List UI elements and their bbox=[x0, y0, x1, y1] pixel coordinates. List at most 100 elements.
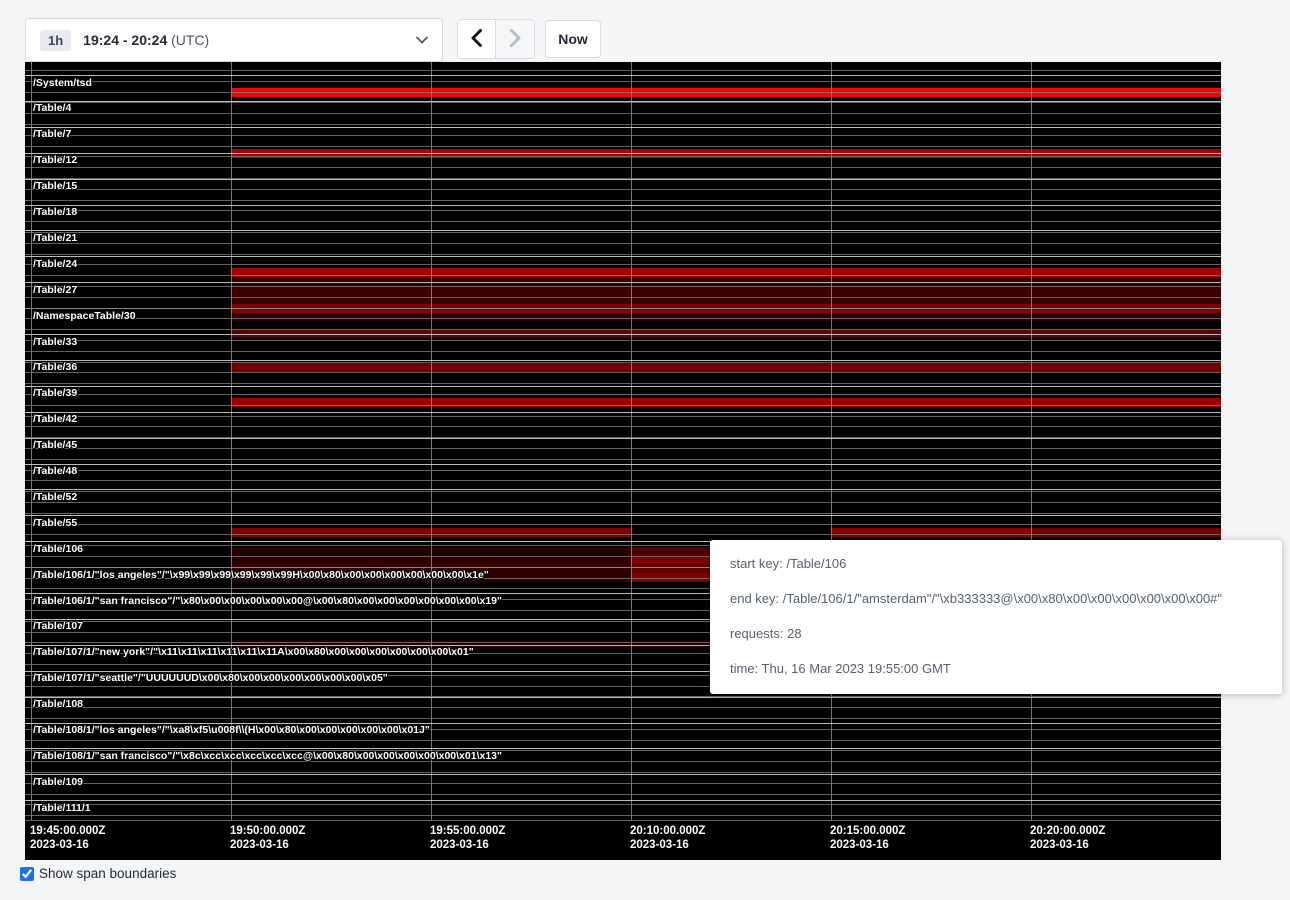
keyvis-tooltip: start key: /Table/106 end key: /Table/10… bbox=[710, 540, 1282, 694]
x-axis-tick-date: 2023-03-16 bbox=[230, 838, 305, 852]
span-boundary-line bbox=[25, 230, 1221, 231]
range-boundary-line bbox=[25, 804, 1221, 805]
span-boundary-line bbox=[25, 360, 1221, 361]
range-boundary-line bbox=[25, 297, 1221, 298]
range-boundary-line bbox=[25, 772, 1221, 773]
plot-bottom-line bbox=[25, 820, 1221, 821]
range-boundary-line bbox=[25, 286, 1221, 287]
x-axis-tick-date: 2023-03-16 bbox=[630, 838, 705, 852]
range-boundary-line bbox=[25, 383, 1221, 384]
x-axis-tick-label: 19:50:00.000Z2023-03-16 bbox=[230, 824, 305, 852]
keyvis-canvas[interactable]: 20:20:00.000Z2023-03-1620:15:00.000Z2023… bbox=[25, 62, 1221, 860]
span-boundary-line bbox=[25, 489, 1221, 490]
range-boundary-line bbox=[25, 707, 1221, 708]
range-boundary-line bbox=[25, 329, 1221, 330]
tooltip-requests: requests: 28 bbox=[730, 626, 1262, 641]
range-boundary-line bbox=[25, 275, 1221, 276]
range-boundary-line bbox=[25, 167, 1221, 168]
span-boundary-line bbox=[25, 153, 1221, 154]
range-boundary-line bbox=[25, 372, 1221, 373]
x-axis-tick-date: 2023-03-16 bbox=[1030, 838, 1105, 852]
range-boundary-line bbox=[25, 459, 1221, 460]
row-label: /Table/106/1/"los angeles"/"\x99\x99\x99… bbox=[33, 569, 489, 582]
span-boundary-line bbox=[25, 334, 1221, 335]
prev-range-button[interactable] bbox=[458, 20, 496, 58]
span-boundary-line bbox=[25, 774, 1221, 775]
row-label: /Table/111/1 bbox=[33, 802, 91, 815]
range-boundary-line bbox=[25, 405, 1221, 406]
row-label: /Table/39 bbox=[33, 387, 77, 400]
span-boundary-line bbox=[25, 205, 1221, 206]
x-axis-tick-label: 20:20:00.000Z2023-03-16 bbox=[1030, 824, 1105, 852]
row-label: /Table/108/1/"san francisco"/"\x8c\xcc\x… bbox=[33, 750, 502, 763]
span-boundary-line bbox=[25, 515, 1221, 516]
heatmap-band bbox=[231, 313, 1221, 321]
range-boundary-line bbox=[25, 264, 1221, 265]
range-boundary-line bbox=[25, 502, 1221, 503]
range-duration-badge: 1h bbox=[40, 30, 71, 51]
range-boundary-line bbox=[25, 480, 1221, 481]
range-boundary-line bbox=[25, 740, 1221, 741]
range-boundary-line bbox=[25, 210, 1221, 211]
show-span-boundaries-control[interactable]: Show span boundaries bbox=[20, 866, 176, 881]
chevron-left-icon bbox=[471, 29, 482, 50]
tooltip-time: time: Thu, 16 Mar 2023 19:55:00 GMT bbox=[730, 661, 1262, 676]
range-time-text: 19:24 - 20:24 bbox=[83, 32, 167, 48]
range-nav-group bbox=[458, 20, 534, 58]
heatmap-band bbox=[1031, 528, 1221, 537]
row-label: /Table/108 bbox=[33, 698, 83, 711]
range-boundary-line bbox=[25, 221, 1221, 222]
row-label: /Table/107/1/"seattle"/"UUUUUUD\x00\x80\… bbox=[33, 672, 388, 685]
span-boundary-line bbox=[25, 386, 1221, 387]
row-label: /Table/107/1/"new york"/"\x11\x11\x11\x1… bbox=[33, 646, 474, 659]
span-boundary-line bbox=[25, 282, 1221, 283]
range-boundary-line bbox=[25, 448, 1221, 449]
range-boundary-line bbox=[25, 416, 1221, 417]
range-boundary-line bbox=[25, 102, 1221, 103]
row-label: /Table/21 bbox=[33, 232, 77, 245]
row-label: /NamespaceTable/30 bbox=[33, 310, 136, 323]
range-boundary-line bbox=[25, 426, 1221, 427]
range-boundary-line bbox=[25, 81, 1221, 82]
time-range-dropdown[interactable]: 1h 19:24 - 20:24 (UTC) bbox=[25, 18, 443, 62]
range-boundary-line bbox=[25, 340, 1221, 341]
range-timezone: (UTC) bbox=[171, 32, 209, 48]
range-boundary-line bbox=[25, 135, 1221, 136]
row-label: /Table/48 bbox=[33, 465, 77, 478]
span-boundary-line bbox=[25, 75, 1221, 76]
x-axis-tick-date: 2023-03-16 bbox=[430, 838, 505, 852]
range-boundary-line bbox=[25, 815, 1221, 816]
range-boundary-line bbox=[25, 124, 1221, 125]
range-boundary-line bbox=[25, 470, 1221, 471]
show-span-boundaries-checkbox[interactable] bbox=[20, 867, 34, 881]
row-label: /Table/4 bbox=[33, 102, 71, 115]
range-boundary-line bbox=[25, 524, 1221, 525]
row-label: /Table/52 bbox=[33, 491, 77, 504]
row-label: /Table/45 bbox=[33, 439, 77, 452]
span-boundary-line bbox=[25, 179, 1221, 180]
x-axis-tick-date: 2023-03-16 bbox=[830, 838, 905, 852]
tooltip-end-key: end key: /Table/106/1/"amsterdam"/"\xb33… bbox=[730, 591, 1262, 606]
row-label: /Table/36 bbox=[33, 361, 77, 374]
range-boundary-line bbox=[25, 696, 1221, 697]
next-range-button[interactable] bbox=[496, 20, 534, 58]
range-label: 19:24 - 20:24 (UTC) bbox=[83, 32, 209, 48]
x-axis-tick-label: 19:45:00.000Z2023-03-16 bbox=[30, 824, 105, 852]
range-boundary-line bbox=[25, 351, 1221, 352]
now-button[interactable]: Now bbox=[545, 20, 601, 58]
row-label: /Table/108/1/"los angeles"/"\xa8\xf5\u00… bbox=[33, 724, 430, 737]
chevron-right-icon bbox=[510, 29, 521, 50]
row-label: /Table/42 bbox=[33, 413, 77, 426]
range-boundary-line bbox=[25, 243, 1221, 244]
range-boundary-line bbox=[25, 113, 1221, 114]
range-boundary-line bbox=[25, 437, 1221, 438]
span-boundary-line bbox=[25, 412, 1221, 413]
range-boundary-line bbox=[25, 178, 1221, 179]
tooltip-start-key: start key: /Table/106 bbox=[730, 556, 1262, 571]
row-label: /Table/106/1/"san francisco"/"\x80\x00\x… bbox=[33, 595, 502, 608]
range-boundary-line bbox=[25, 513, 1221, 514]
span-boundary-line bbox=[25, 464, 1221, 465]
row-label: /Table/107 bbox=[33, 620, 83, 633]
x-axis-tick-date: 2023-03-16 bbox=[30, 838, 105, 852]
span-boundary-line bbox=[25, 256, 1221, 257]
